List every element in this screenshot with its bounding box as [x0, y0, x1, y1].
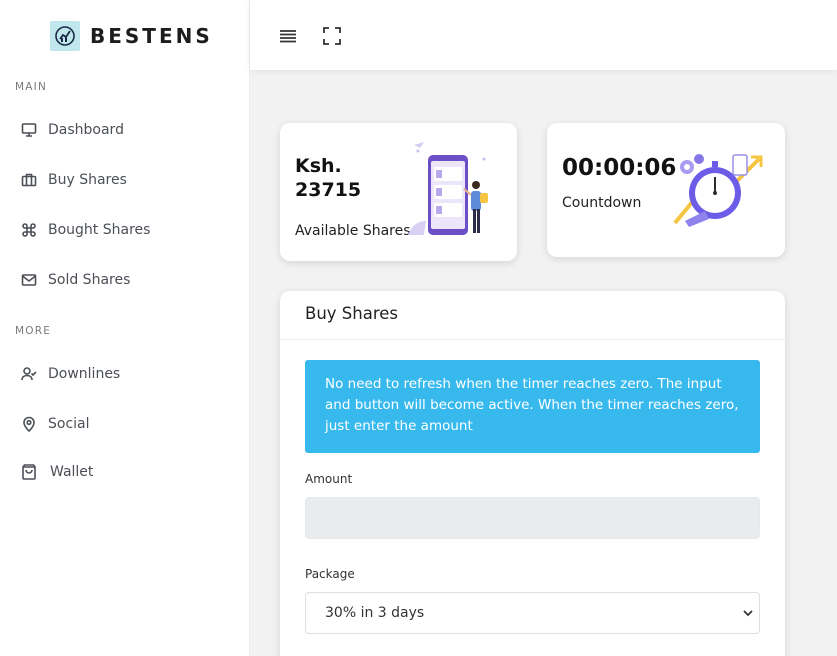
map-pin-icon [20, 415, 38, 433]
section-label-more: MORE [15, 325, 52, 337]
sidebar-item-bought-shares[interactable]: Bought Shares [20, 218, 150, 242]
mail-icon [20, 271, 38, 289]
package-label: Package [305, 567, 355, 581]
sidebar-item-sold-shares[interactable]: Sold Shares [20, 268, 130, 292]
phone-illustration-icon [404, 139, 500, 243]
info-alert: No need to refresh when the timer reache… [305, 360, 760, 453]
fullscreen-icon[interactable] [321, 25, 343, 47]
shopping-bag-icon [20, 463, 38, 481]
available-label: Available Shares [295, 223, 411, 239]
package-selected-value: 30% in 3 days [325, 605, 425, 621]
buy-shares-panel: Buy Shares No need to refresh when the t… [280, 291, 785, 656]
available-shares-card: Ksh. 23715 Available Shares [280, 123, 517, 261]
available-currency: Ksh. [295, 155, 342, 177]
countdown-value: 00:00:06 [562, 155, 677, 181]
sidebar-item-social[interactable]: Social [20, 412, 90, 436]
sidebar-item-buy-shares[interactable]: Buy Shares [20, 168, 127, 192]
hamburger-icon[interactable] [277, 25, 299, 47]
topbar [250, 0, 837, 70]
sidebar-item-downlines[interactable]: Downlines [20, 362, 120, 386]
amount-label: Amount [305, 472, 353, 486]
amount-input[interactable] [305, 497, 760, 539]
sidebar-item-label: Bought Shares [48, 222, 151, 238]
brand[interactable]: BESTENS [50, 20, 213, 52]
panel-divider [280, 339, 785, 340]
available-amount: 23715 [295, 179, 362, 201]
brand-name: BESTENS [90, 24, 213, 48]
sidebar-item-label: Downlines [48, 366, 121, 382]
chevron-down-icon [742, 607, 754, 623]
sidebar: BESTENS MAIN Dashboard Buy Shares Bought… [0, 0, 250, 656]
sidebar-item-label: Dashboard [48, 122, 124, 138]
sidebar-item-label: Wallet [50, 464, 94, 480]
sidebar-item-label: Sold Shares [48, 272, 131, 288]
section-label-main: MAIN [15, 81, 47, 93]
stopwatch-illustration-icon [671, 149, 765, 229]
countdown-label: Countdown [562, 195, 642, 211]
user-check-icon [20, 365, 38, 383]
panel-title: Buy Shares [305, 304, 398, 323]
monitor-icon [20, 121, 38, 139]
sidebar-item-dashboard[interactable]: Dashboard [20, 118, 124, 142]
sidebar-item-label: Buy Shares [48, 172, 127, 188]
countdown-card: 00:00:06 Countdown [547, 123, 785, 257]
command-icon [20, 221, 38, 239]
package-select[interactable]: 30% in 3 days [305, 592, 760, 634]
briefcase-icon [20, 171, 38, 189]
sidebar-item-label: Social [48, 416, 90, 432]
chart-logo-icon [50, 21, 80, 51]
sidebar-item-wallet[interactable]: Wallet [20, 460, 93, 484]
